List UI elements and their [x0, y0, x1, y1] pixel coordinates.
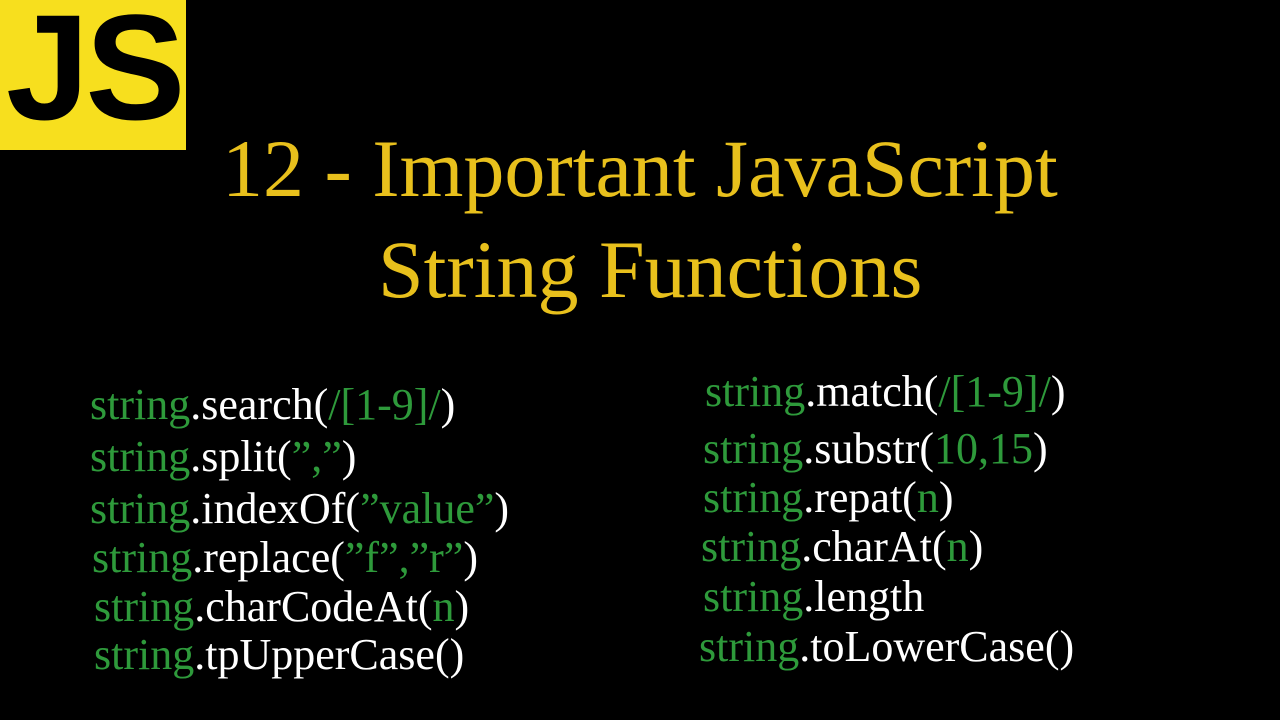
code-line-indexof: string.indexOf(”value”): [90, 484, 509, 534]
code-close: ): [494, 484, 510, 533]
code-method: .replace(: [192, 533, 345, 582]
code-argument: ”,”: [291, 432, 342, 481]
code-argument: n: [946, 522, 969, 571]
code-line-length: string.length: [703, 572, 924, 622]
code-object: string: [90, 380, 191, 429]
code-method: .search(: [190, 380, 329, 429]
code-line-charat: string.charAt(n): [701, 522, 983, 572]
code-object: string: [703, 424, 804, 473]
code-line-substr: string.substr(10,15): [703, 424, 1048, 474]
code-argument: /[1-9]/: [328, 380, 441, 429]
code-object: string: [90, 484, 191, 533]
code-close: ): [440, 380, 456, 429]
code-method: .match(: [805, 367, 939, 416]
code-close: ): [1033, 424, 1048, 473]
code-method: .tpUpperCase(): [194, 630, 465, 679]
code-close: ): [1050, 367, 1066, 416]
code-object: string: [94, 582, 195, 631]
code-argument: /[1-9]/: [938, 367, 1051, 416]
code-object: string: [705, 367, 806, 416]
code-line-charcodeat: string.charCodeAt(n): [94, 582, 469, 632]
code-method: .charAt(: [801, 522, 947, 571]
code-object: string: [94, 630, 195, 679]
title-line-1: 12 - Important JavaScript: [222, 123, 1058, 214]
code-line-split: string.split(”,”): [90, 432, 356, 482]
code-line-replace: string.replace(”f”,”r”): [92, 533, 478, 583]
thumbnail-canvas: JS 12 - Important JavaScript String Func…: [0, 0, 1280, 720]
code-argument: ”value”: [360, 484, 495, 533]
title-line-2: String Functions: [378, 224, 923, 315]
code-close: ): [938, 473, 954, 522]
code-method: .substr(: [803, 424, 935, 473]
code-close: ): [968, 522, 984, 571]
code-method: .toLowerCase(): [799, 622, 1075, 671]
code-close: ): [454, 582, 470, 631]
code-line-touppercase: string.tpUpperCase(): [94, 630, 464, 680]
code-close: ): [341, 432, 357, 481]
code-line-tolowercase: string.toLowerCase(): [699, 622, 1074, 672]
code-method: .length: [803, 572, 925, 621]
code-object: string: [90, 432, 191, 481]
code-object: string: [703, 473, 804, 522]
code-close: ): [463, 533, 478, 582]
code-object: string: [701, 522, 802, 571]
code-argument: n: [916, 473, 939, 522]
code-line-match: string.match(/[1-9]/): [705, 367, 1065, 417]
code-line-repat: string.repat(n): [703, 473, 953, 523]
code-argument: n: [432, 582, 455, 631]
js-logo-text: JS: [6, 0, 185, 151]
code-object: string: [699, 622, 800, 671]
code-argument: ”f”,”r”: [344, 533, 464, 582]
code-method: .repat(: [803, 473, 917, 522]
code-method: .charCodeAt(: [194, 582, 433, 631]
code-object: string: [92, 533, 193, 582]
code-argument: 10,15: [934, 424, 1034, 473]
code-line-search: string.search(/[1-9]/): [90, 380, 455, 430]
code-method: .split(: [190, 432, 292, 481]
code-method: .indexOf(: [190, 484, 361, 533]
js-logo: JS: [0, 0, 186, 150]
code-object: string: [703, 572, 804, 621]
